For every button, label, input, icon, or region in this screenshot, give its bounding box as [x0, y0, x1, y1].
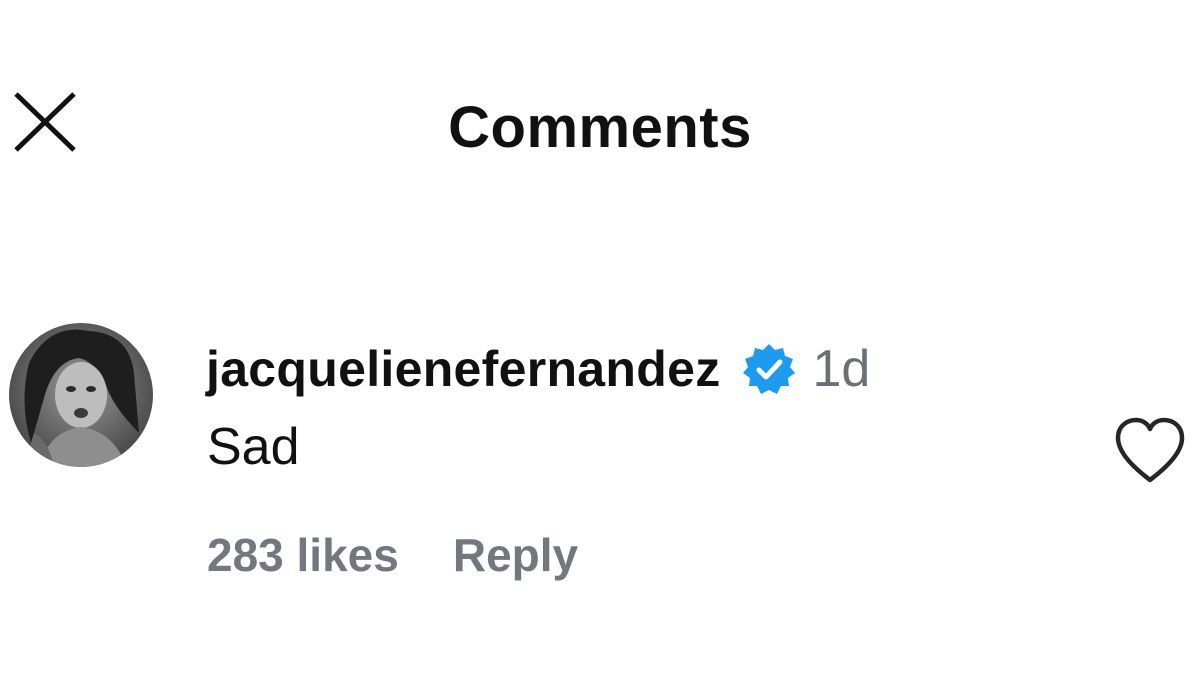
comment-actions: 283 likes Reply: [207, 528, 578, 582]
comment-header: jacquelienefernandez 1d: [206, 334, 870, 404]
page-title: Comments: [448, 95, 752, 160]
username-link[interactable]: jacquelienefernandez: [206, 340, 721, 398]
avatar[interactable]: [9, 323, 153, 467]
comment-item: jacquelienefernandez 1d Sad 283 likes Re…: [0, 320, 1200, 600]
like-button[interactable]: [1110, 414, 1190, 486]
comment-timestamp: 1d: [812, 340, 871, 398]
likes-count[interactable]: 283 likes: [207, 528, 399, 582]
heart-outline-icon: [1115, 417, 1185, 483]
reply-button[interactable]: Reply: [453, 528, 578, 582]
comment-text: Sad: [207, 418, 300, 476]
verified-badge-icon: [741, 341, 797, 397]
avatar-image: [9, 323, 153, 467]
